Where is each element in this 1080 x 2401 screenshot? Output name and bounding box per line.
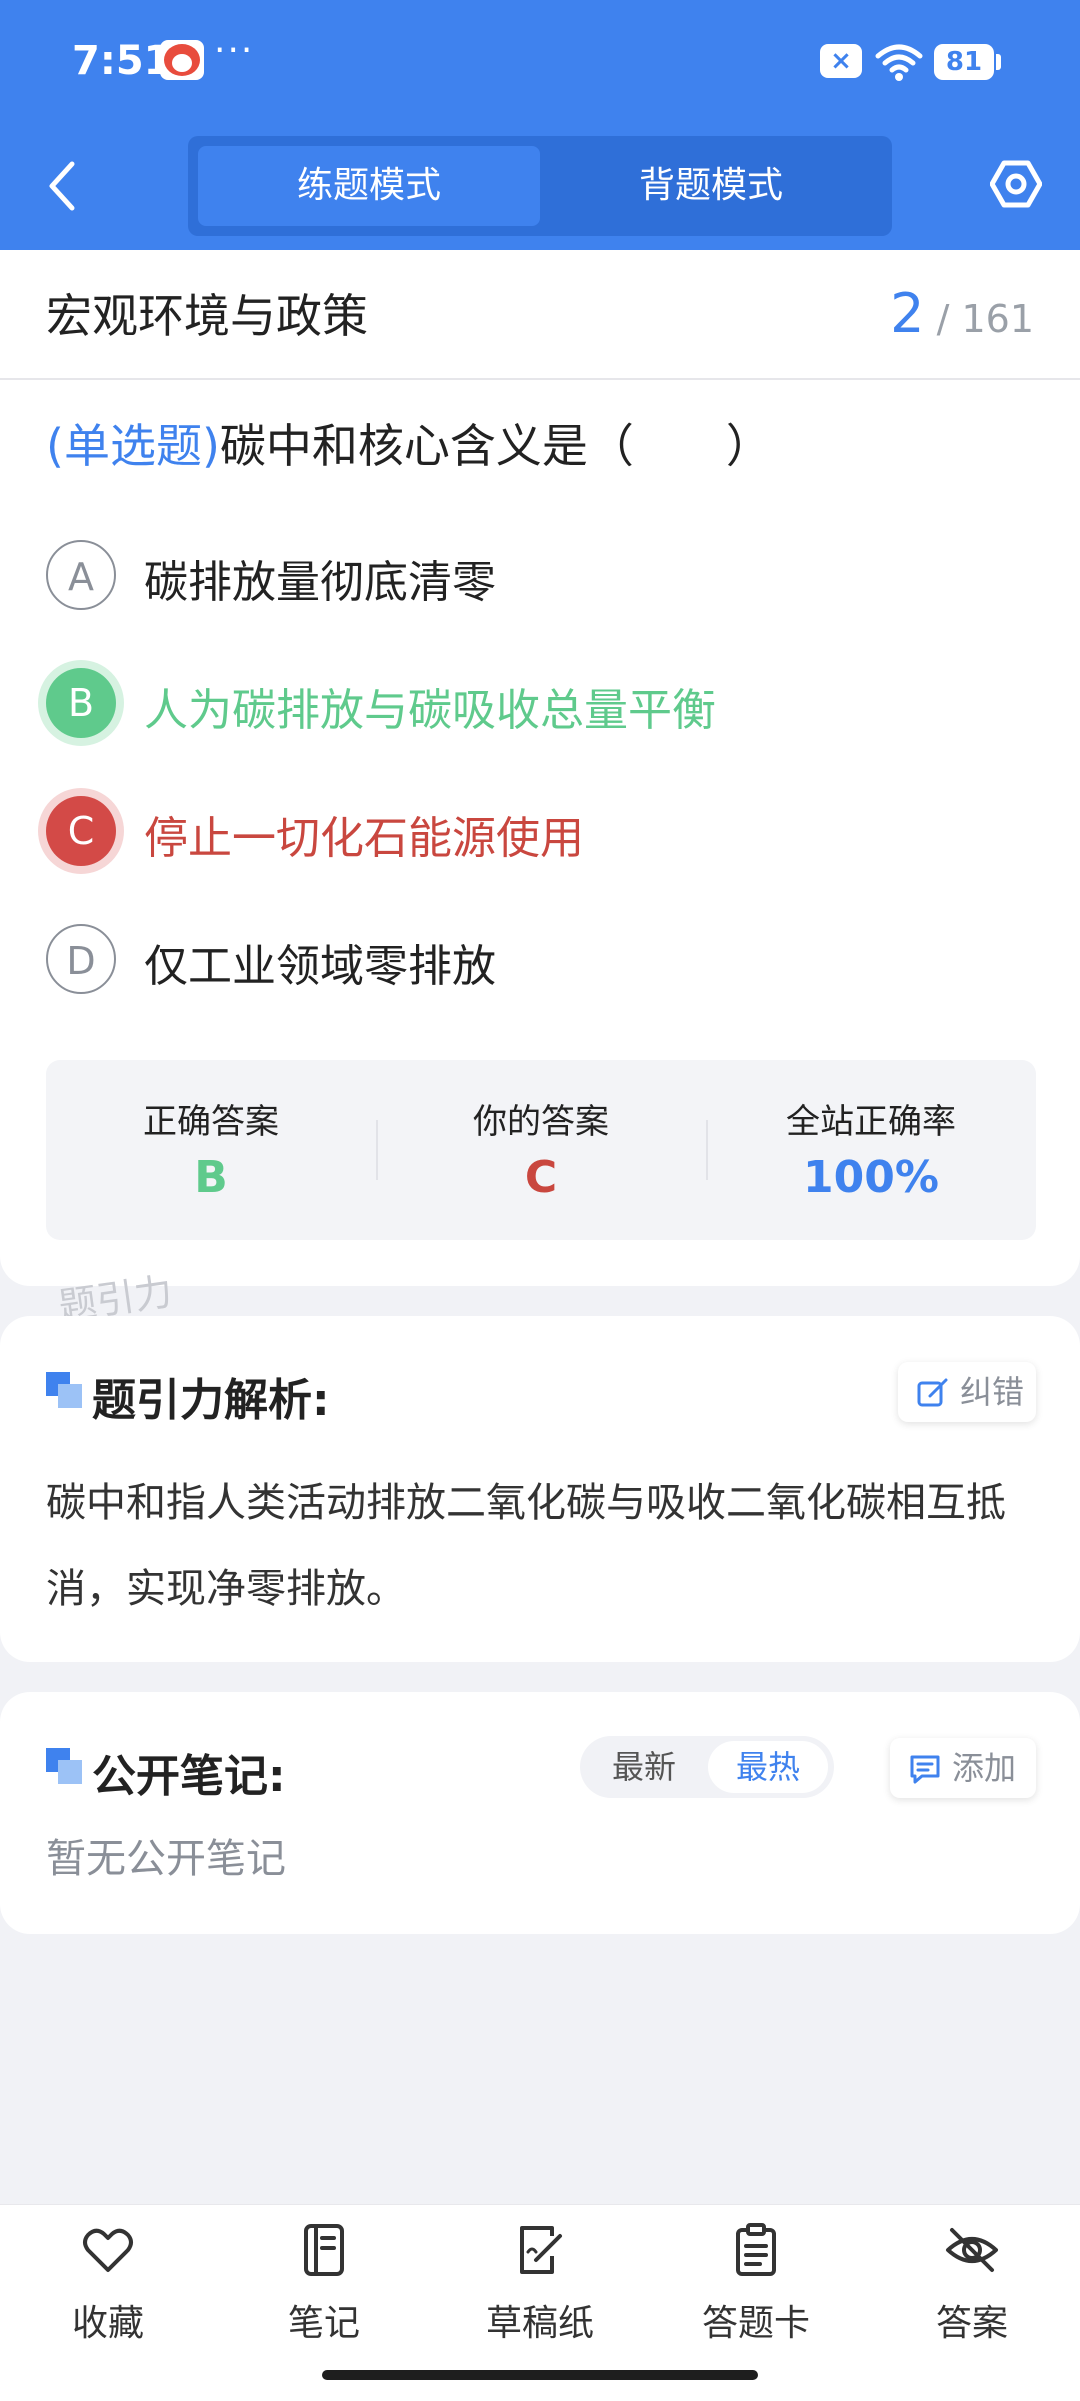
counter-separator: / <box>924 297 962 341</box>
notes-sort-toggle: 最新 最热 <box>580 1736 834 1798</box>
eye-off-icon <box>946 2228 998 2272</box>
option-b-text: 人为碳排放与碳吸收总量平衡 <box>144 685 716 736</box>
back-arrow-icon[interactable] <box>44 156 78 216</box>
category-title: 宏观环境与政策 <box>46 289 368 343</box>
nav-draft-paper-label: 草稿纸 <box>485 2303 594 2344</box>
answer-stats-panel: 正确答案 B 你的答案 C 全站正确率 100% <box>46 1060 1036 1240</box>
mode-switch: 练题模式 背题模式 <box>188 136 892 236</box>
status-more-dots: ··· <box>214 30 255 71</box>
section-square-icon <box>46 1372 84 1410</box>
report-error-label: 纠错 <box>960 1373 1025 1411</box>
battery-tip <box>996 54 1001 70</box>
accuracy-stat: 全站正确率 100% <box>706 1060 1036 1240</box>
nav-notes-label: 笔记 <box>287 2303 360 2344</box>
accuracy-value: 100% <box>803 1152 939 1203</box>
correct-answer-stat: 正确答案 B <box>46 1060 376 1240</box>
question-text: (单选题)碳中和核心含义是（ ） <box>46 410 772 476</box>
sort-latest[interactable]: 最新 <box>584 1741 704 1793</box>
tab-practice-mode[interactable]: 练题模式 <box>198 146 540 226</box>
nav-answer-card-label: 答题卡 <box>701 2303 810 2344</box>
option-b-letter: B <box>46 668 116 738</box>
option-a-text: 碳排放量彻底清零 <box>144 557 496 608</box>
nav-favorite[interactable]: 收藏 <box>33 2222 183 2344</box>
public-notes-title: 公开笔记: <box>92 1751 286 1802</box>
your-answer-value: C <box>524 1152 558 1203</box>
answer-card-icon <box>736 2223 776 2276</box>
analysis-text: 碳中和指人类活动排放二氧化碳与吸收二氧化碳相互抵消，实现净零排放。 <box>46 1480 1006 1612</box>
correct-answer-label: 正确答案 <box>143 1102 279 1142</box>
nav-draft-paper[interactable]: 草稿纸 <box>465 2222 615 2344</box>
question-counter: 2 / 161 <box>890 282 1034 345</box>
report-error-button[interactable]: 纠错 <box>898 1362 1036 1422</box>
option-c-text: 停止一切化石能源使用 <box>144 813 584 864</box>
notification-badge-icon: × <box>820 44 862 78</box>
nav-answer-card[interactable]: 答题卡 <box>681 2222 831 2344</box>
correct-answer-value: B <box>194 1152 228 1203</box>
add-note-label: 添加 <box>952 1749 1017 1787</box>
home-indicator[interactable] <box>322 2370 758 2380</box>
notes-empty-text: 暂无公开笔记 <box>46 1836 286 1882</box>
total-questions: 161 <box>961 297 1034 341</box>
option-d-letter: D <box>46 924 116 994</box>
add-note-button[interactable]: 添加 <box>890 1738 1036 1798</box>
option-d-text: 仅工业领域零排放 <box>144 941 496 992</box>
section-square-icon <box>46 1748 84 1786</box>
analysis-title: 题引力解析: <box>92 1375 330 1426</box>
nav-notes[interactable]: 笔记 <box>249 2222 399 2344</box>
question-stem: 碳中和核心含义是（ ） <box>219 419 772 473</box>
app-notification-icon <box>160 40 204 80</box>
current-question-index: 2 <box>890 282 925 345</box>
battery-indicator: 81 <box>934 44 994 80</box>
status-time: 7:51 <box>72 38 172 84</box>
your-answer-label: 你的答案 <box>473 1102 609 1142</box>
question-type: (单选题) <box>46 419 220 473</box>
nav-answer-toggle[interactable]: 答案 <box>897 2222 1047 2344</box>
your-answer-stat: 你的答案 C <box>376 1060 706 1240</box>
draft-paper-icon <box>520 2226 562 2274</box>
heart-icon <box>83 2228 133 2272</box>
edit-icon <box>917 1378 948 1407</box>
sort-hottest[interactable]: 最热 <box>708 1741 828 1793</box>
public-notes-card <box>0 1692 1080 1934</box>
comment-icon <box>910 1755 940 1784</box>
notebook-icon <box>304 2224 344 2276</box>
tab-memorize-mode[interactable]: 背题模式 <box>540 146 882 226</box>
nav-favorite-label: 收藏 <box>71 2303 144 2344</box>
wifi-icon <box>875 44 923 81</box>
option-c-letter: C <box>46 796 116 866</box>
option-a-letter: A <box>46 540 116 610</box>
nav-answer-label: 答案 <box>935 2303 1008 2344</box>
settings-icon[interactable] <box>990 158 1042 210</box>
accuracy-label: 全站正确率 <box>786 1102 956 1142</box>
